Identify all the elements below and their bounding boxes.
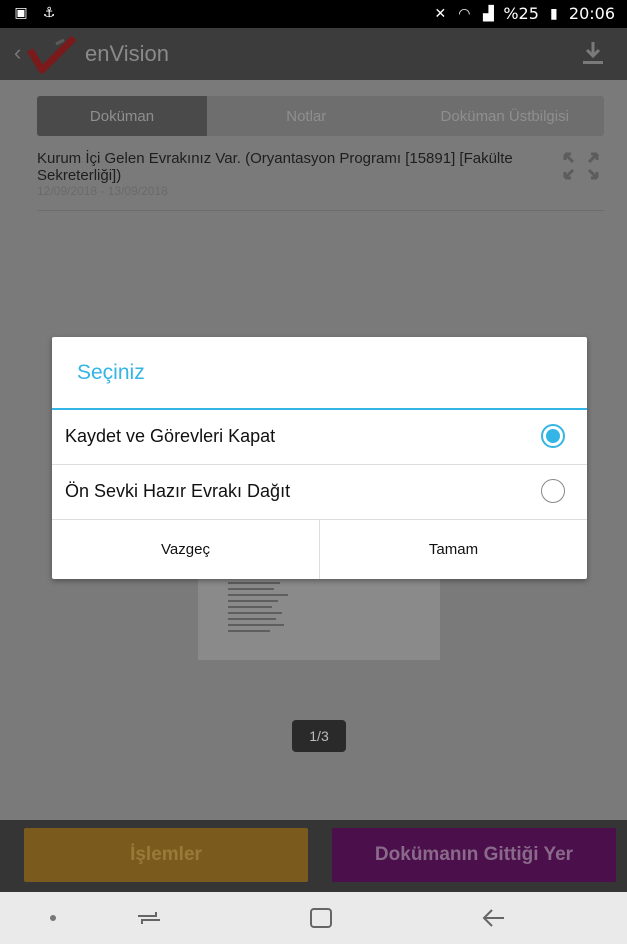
image-icon: ▣ <box>14 5 28 21</box>
home-icon[interactable] <box>308 906 334 930</box>
expand-icon[interactable] <box>561 150 601 182</box>
cancel-button[interactable]: Vazgeç <box>52 519 319 579</box>
download-icon[interactable] <box>581 40 605 66</box>
preview-line <box>228 624 284 626</box>
app-bar: ‹ enVision <box>0 28 627 80</box>
bottom-action-bar: İşlemler Dokümanın Gittiği Yer <box>0 820 627 892</box>
divider <box>37 210 604 211</box>
preview-line <box>228 588 274 590</box>
nav-dot-icon[interactable] <box>50 915 56 921</box>
preview-line <box>228 612 282 614</box>
status-bar: ▣ ⚓ ✕ ◠ ▟ %25 ▮ 20:06 <box>0 0 627 28</box>
clock: 20:06 <box>568 4 615 23</box>
document-title: Kurum İçi Gelen Evrakınız Var. (Oryantas… <box>37 150 513 184</box>
tab-bar: Doküman Notlar Doküman Üstbilgisi <box>37 96 604 136</box>
tab-notlar[interactable]: Notlar <box>207 96 406 136</box>
dokumanin-gittigi-yer-button[interactable]: Dokümanın Gittiği Yer <box>332 828 616 882</box>
battery-percent: %25 <box>503 4 539 23</box>
tab-dokuman-ustbilgisi[interactable]: Doküman Üstbilgisi <box>406 96 605 136</box>
selection-dialog: Seçiniz Kaydet ve Görevleri Kapat Ön Sev… <box>52 337 587 579</box>
dialog-title: Seçiniz <box>77 361 145 384</box>
preview-line <box>228 600 278 602</box>
radio-selected-icon[interactable] <box>541 424 565 448</box>
envision-logo <box>26 36 77 74</box>
recent-apps-icon[interactable] <box>134 906 164 930</box>
wifi-icon: ◠ <box>458 5 471 22</box>
document-date-range: 12/09/2018 - 13/09/2018 <box>37 184 168 198</box>
preview-line <box>228 582 280 584</box>
app-title: enVision <box>85 41 169 66</box>
preview-line <box>228 594 288 596</box>
option-label: Ön Sevki Hazır Evrakı Dağıt <box>65 481 291 501</box>
option-label: Kaydet ve Görevleri Kapat <box>65 426 276 446</box>
mute-icon: ✕ <box>434 5 447 22</box>
back-nav-icon[interactable] <box>480 906 508 930</box>
ok-button[interactable]: Tamam <box>319 519 587 579</box>
page-indicator: 1/3 <box>292 720 346 752</box>
signal-icon: ▟ <box>482 5 494 22</box>
dialog-buttons: Vazgeç Tamam <box>52 519 587 579</box>
preview-line <box>228 618 276 620</box>
radio-unselected-icon[interactable] <box>541 479 565 503</box>
preview-line <box>228 630 270 632</box>
back-icon[interactable]: ‹ <box>14 40 21 66</box>
battery-icon: ▮ <box>550 5 558 22</box>
option-kaydet-ve-gorevleri-kapat[interactable]: Kaydet ve Görevleri Kapat <box>52 410 587 465</box>
preview-line <box>228 606 272 608</box>
usb-icon: ⚓ <box>42 5 56 21</box>
navigation-bar <box>0 892 627 944</box>
option-on-sevki-hazir-evraki-dagit[interactable]: Ön Sevki Hazır Evrakı Dağıt <box>52 465 587 520</box>
document-preview[interactable] <box>198 570 440 660</box>
tab-dokuman[interactable]: Doküman <box>37 96 207 136</box>
islemler-button[interactable]: İşlemler <box>24 828 308 882</box>
